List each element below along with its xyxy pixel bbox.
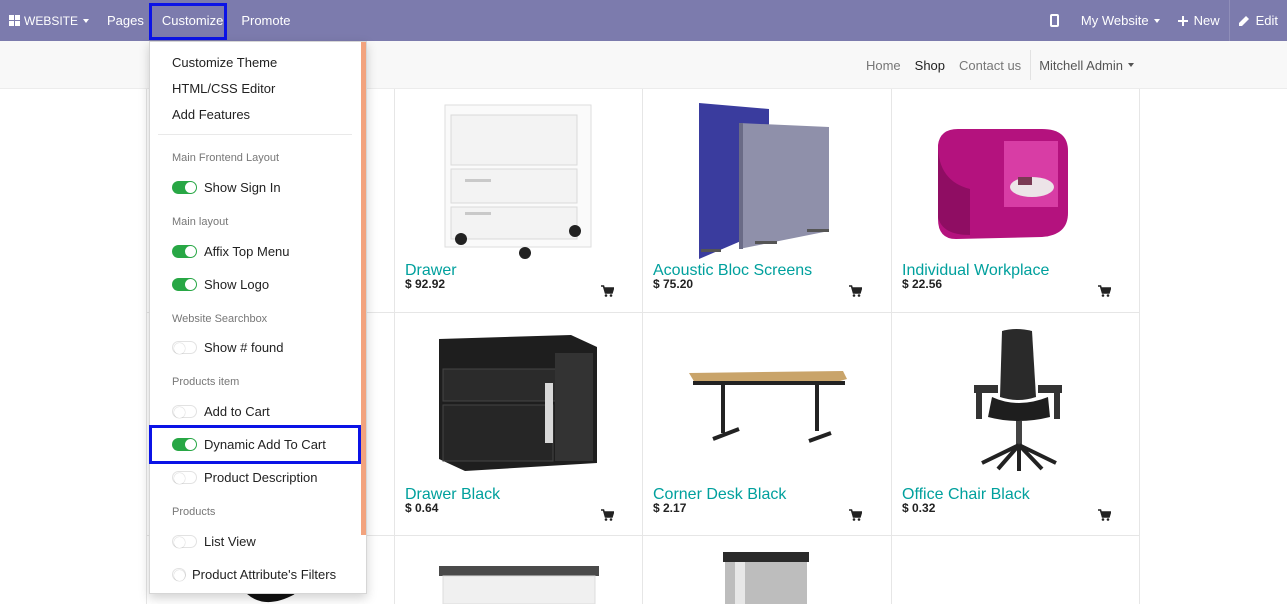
- apps-grid-icon: [9, 15, 20, 26]
- user-name: Mitchell Admin: [1039, 57, 1123, 73]
- website-app-label: WEBSITE: [24, 13, 79, 28]
- section-header: Products item: [172, 376, 240, 388]
- edit-button-label: Edit: [1255, 13, 1278, 28]
- product-price: $ 92.92: [405, 277, 446, 291]
- add-features-item[interactable]: Add Features: [172, 107, 250, 122]
- toggle-switch[interactable]: [172, 567, 186, 581]
- nav-contact-us[interactable]: Contact us: [952, 58, 1028, 73]
- option-label: Show Sign In: [204, 179, 281, 195]
- toggle-switch[interactable]: [172, 534, 197, 548]
- site-navigation: Home Shop Contact us Mitchell Admin: [859, 41, 1142, 89]
- product-price: $ 0.64: [405, 501, 439, 515]
- chevron-down-icon: [83, 18, 90, 23]
- section-header: Main layout: [172, 216, 229, 228]
- option-list-view[interactable]: List View: [172, 533, 256, 549]
- option-show-logo[interactable]: Show Logo: [172, 276, 269, 292]
- chevron-down-icon: [1153, 18, 1160, 23]
- website-selector-label: My Website: [1080, 13, 1149, 28]
- edit-button[interactable]: Edit: [1230, 0, 1287, 41]
- product-card[interactable]: Office Chair Black $ 0.32: [892, 313, 1140, 536]
- new-button[interactable]: New: [1169, 0, 1229, 41]
- toggle-switch[interactable]: [172, 277, 197, 291]
- option-label: Add to Cart: [204, 403, 270, 419]
- product-image[interactable]: [643, 89, 891, 261]
- user-menu[interactable]: Mitchell Admin: [1030, 50, 1142, 80]
- product-price: $ 22.56: [902, 277, 943, 291]
- dynamic-add-to-cart-highlight-box: [149, 425, 361, 464]
- dropdown-divider: [158, 134, 352, 135]
- chevron-down-icon: [1128, 63, 1134, 67]
- toggle-switch[interactable]: [172, 404, 197, 418]
- product-card[interactable]: Drawer $ 92.92: [395, 89, 643, 312]
- section-header: Website Searchbox: [172, 313, 268, 325]
- product-image[interactable]: [643, 536, 891, 604]
- option-show-found[interactable]: Show # found: [172, 339, 284, 355]
- toggle-switch[interactable]: [172, 470, 197, 484]
- cart-icon[interactable]: [1098, 509, 1111, 521]
- customize-theme-item[interactable]: Customize Theme: [172, 55, 277, 70]
- product-image[interactable]: [395, 89, 643, 261]
- option-label: List View: [204, 533, 256, 549]
- html-css-editor-item[interactable]: HTML/CSS Editor: [172, 81, 275, 96]
- cart-icon[interactable]: [601, 509, 614, 521]
- mobile-preview-icon[interactable]: [1049, 14, 1059, 27]
- product-image[interactable]: [643, 313, 891, 485]
- product-card[interactable]: Drawer Black $ 0.64: [395, 313, 643, 536]
- option-product-description[interactable]: Product Description: [172, 469, 317, 485]
- toggle-switch[interactable]: [172, 340, 197, 354]
- promote-menu[interactable]: Promote: [232, 0, 299, 41]
- pages-menu[interactable]: Pages: [98, 0, 153, 41]
- cart-icon[interactable]: [1098, 285, 1111, 297]
- pencil-icon: [1238, 16, 1249, 26]
- section-header: Main Frontend Layout: [172, 152, 280, 164]
- plus-icon: [1177, 15, 1188, 26]
- option-show-sign-in[interactable]: Show Sign In: [172, 179, 281, 195]
- product-price: $ 75.20: [653, 277, 694, 291]
- option-label: Product Description: [204, 469, 318, 485]
- product-card[interactable]: Corner Desk Black $ 2.17: [643, 313, 891, 536]
- cart-icon[interactable]: [849, 285, 862, 297]
- website-app-menu[interactable]: WEBSITE: [0, 0, 98, 41]
- cart-icon[interactable]: [601, 285, 614, 297]
- website-selector[interactable]: My Website: [1072, 0, 1169, 41]
- nav-home[interactable]: Home: [859, 58, 908, 73]
- option-label: Show # found: [204, 339, 284, 355]
- option-label: Show Logo: [204, 276, 270, 292]
- option-add-to-cart[interactable]: Add to Cart: [172, 403, 270, 419]
- section-header: Products: [172, 506, 216, 518]
- option-label: Affix Top Menu: [204, 243, 290, 259]
- nav-shop[interactable]: Shop: [908, 58, 952, 73]
- product-image[interactable]: [395, 313, 643, 485]
- product-card[interactable]: Acoustic Bloc Screens $ 75.20: [643, 89, 891, 312]
- option-product-attribute-filters[interactable]: Product Attribute's Filters: [172, 566, 336, 582]
- product-image[interactable]: [892, 89, 1140, 261]
- cart-icon[interactable]: [849, 509, 862, 521]
- new-button-label: New: [1193, 13, 1220, 28]
- option-affix-top-menu[interactable]: Affix Top Menu: [172, 243, 290, 259]
- dropdown-scrollbar[interactable]: [361, 42, 366, 535]
- toggle-switch[interactable]: [172, 180, 197, 194]
- product-price: $ 2.17: [653, 501, 687, 515]
- option-label: Product Attribute's Filters: [192, 566, 337, 582]
- product-card[interactable]: Individual Workplace $ 22.56: [892, 89, 1140, 312]
- customize-dropdown: Customize Theme HTML/CSS Editor Add Feat…: [149, 41, 367, 594]
- toggle-switch[interactable]: [172, 244, 197, 258]
- product-price: $ 0.32: [902, 501, 936, 515]
- product-image[interactable]: [395, 536, 643, 604]
- customize-highlight-box: [149, 3, 227, 40]
- product-image[interactable]: [892, 313, 1140, 485]
